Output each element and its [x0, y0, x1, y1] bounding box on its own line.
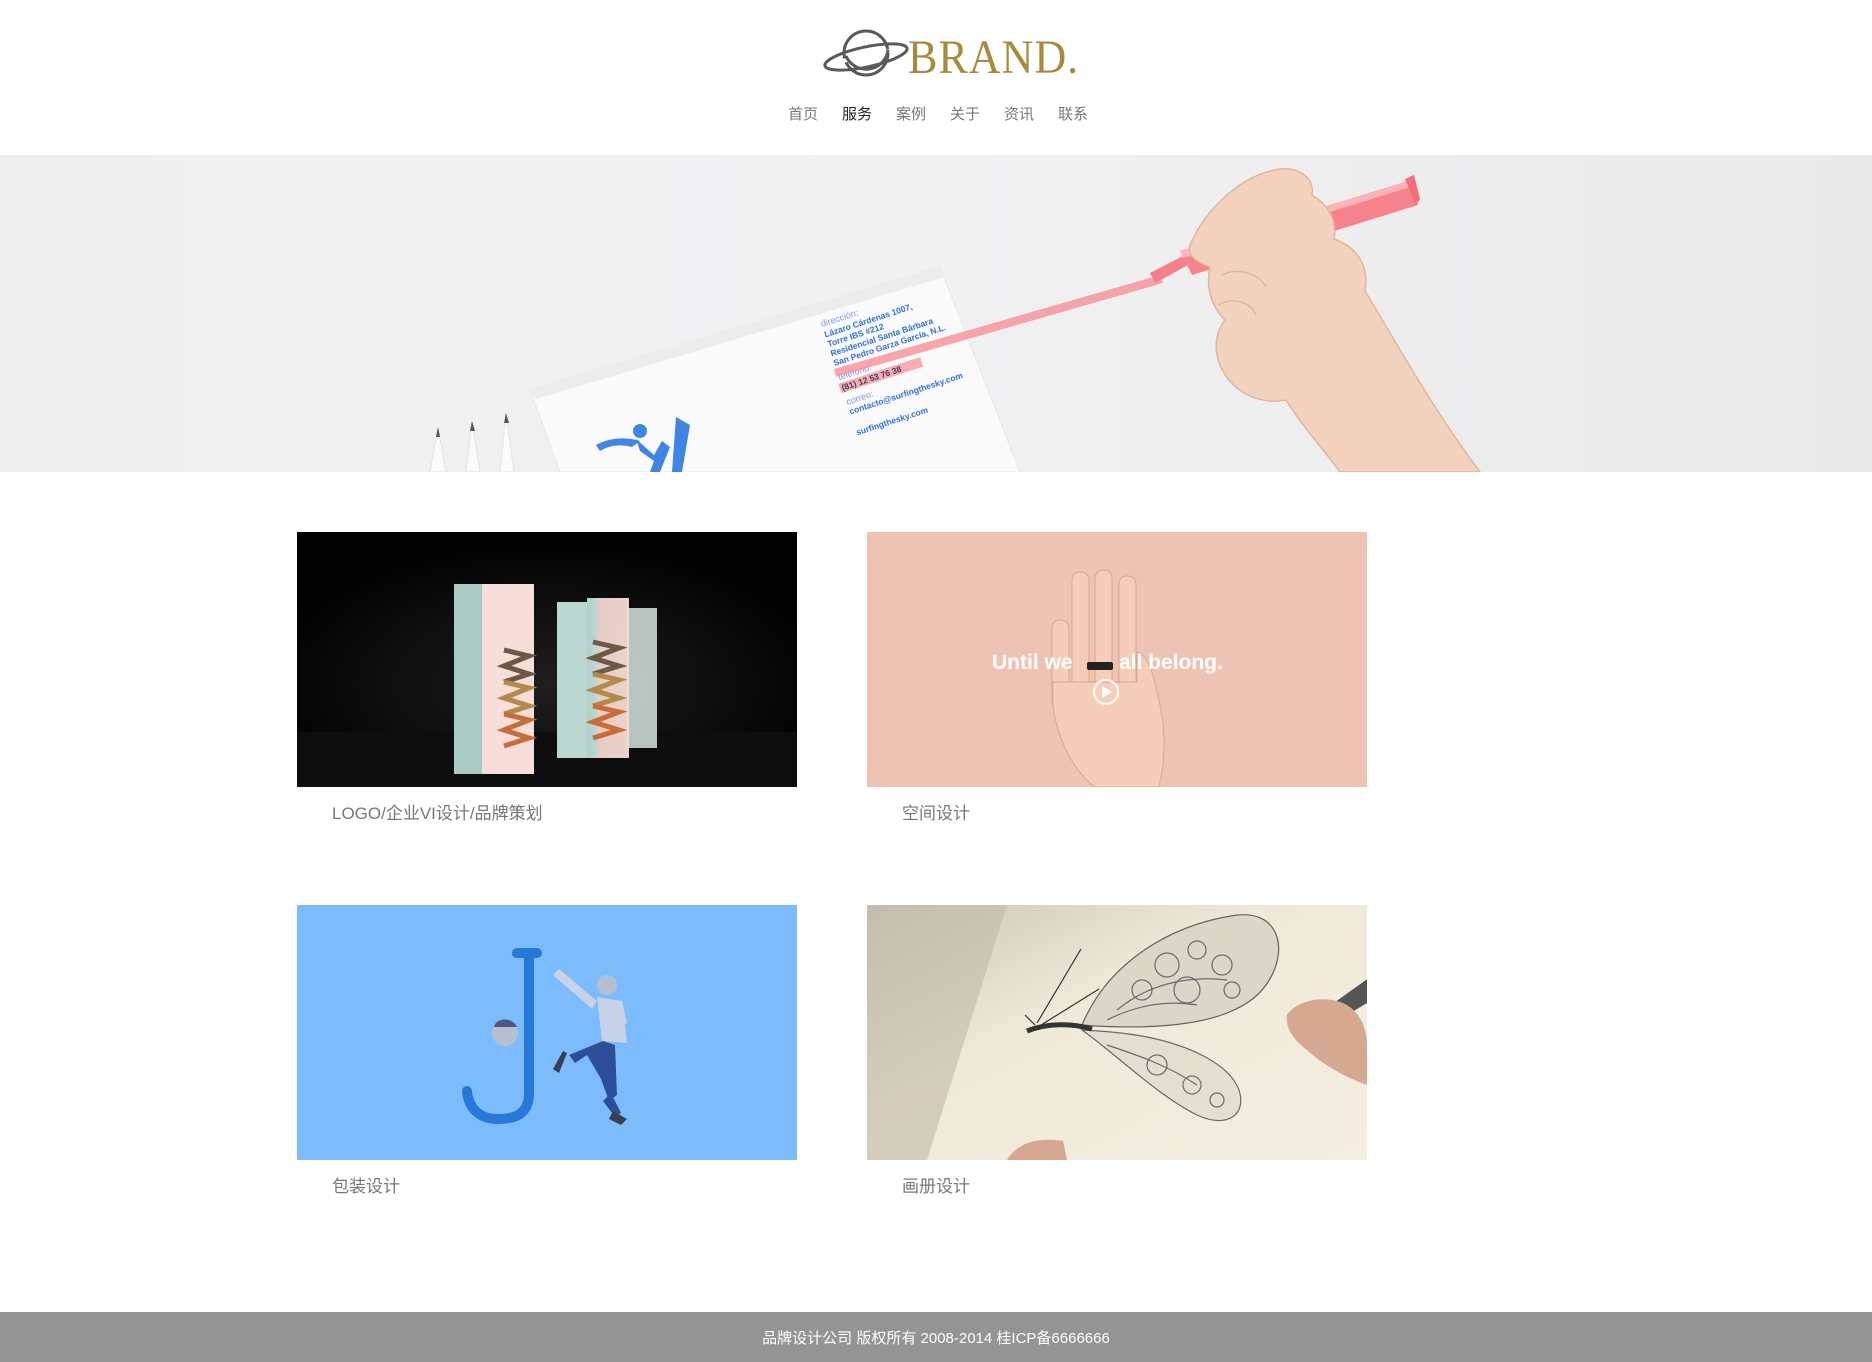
- brand-logo[interactable]: BRAND.: [820, 20, 1078, 90]
- service-card-brochure[interactable]: 画册设计: [867, 905, 1367, 1197]
- copyright-text: 品牌设计公司 版权所有 2008-2014 桂ICP备6666666: [762, 1329, 1110, 1347]
- hand-ring-image[interactable]: Until we all belong.: [867, 532, 1367, 787]
- nav-item-services[interactable]: 服务: [842, 102, 872, 128]
- image-text: Until we: [992, 651, 1073, 674]
- butterfly-drawing-image[interactable]: [867, 905, 1367, 1160]
- site-footer: 品牌设计公司 版权所有 2008-2014 桂ICP备6666666: [0, 1312, 1872, 1362]
- nav-item-about[interactable]: 关于: [950, 102, 980, 128]
- letter-j-figure-image[interactable]: [297, 905, 797, 1160]
- www-boxes-image[interactable]: [297, 532, 797, 787]
- business-card: [529, 266, 1021, 472]
- service-card-logo-vi[interactable]: LOGO/企业VI设计/品牌策划: [297, 532, 797, 824]
- service-card-space[interactable]: Until we all belong. 空间设计: [867, 532, 1367, 824]
- service-caption[interactable]: 画册设计: [902, 1172, 1367, 1197]
- pencils-icon: [429, 412, 515, 472]
- service-caption[interactable]: 空间设计: [902, 799, 1367, 824]
- main-nav: 首页 服务 案例 关于 资讯 联系: [0, 102, 1872, 128]
- site-header: BRAND. 首页 服务 案例 关于 资讯 联系: [0, 0, 1872, 155]
- image-text: all belong.: [1119, 651, 1223, 674]
- stationery-hand-illustration: dirección: Lázaro Cárdenas 1007, Torre I…: [429, 168, 1481, 472]
- nav-item-contact[interactable]: 联系: [1058, 102, 1088, 128]
- brand-name: BRAND.: [908, 30, 1080, 84]
- service-caption[interactable]: 包装设计: [332, 1172, 797, 1197]
- service-card-packaging[interactable]: 包装设计: [297, 905, 797, 1197]
- service-caption[interactable]: LOGO/企业VI设计/品牌策划: [332, 799, 797, 824]
- nav-item-cases[interactable]: 案例: [896, 102, 926, 128]
- hero-banner: dirección: Lázaro Cárdenas 1007, Torre I…: [0, 155, 1872, 472]
- nav-item-news[interactable]: 资讯: [1004, 102, 1034, 128]
- nav-item-home[interactable]: 首页: [788, 102, 818, 128]
- planet-logo-icon: [823, 29, 909, 77]
